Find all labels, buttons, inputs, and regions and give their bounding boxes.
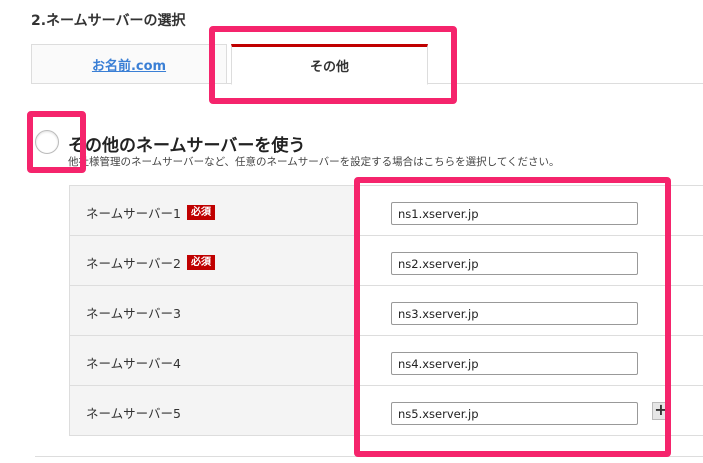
nameserver-label-text: ネームサーバー4 [86,356,181,371]
section-title: 2.ネームサーバーの選択 [31,13,186,29]
nameserver-input-cell [360,186,703,235]
nameserver-row: ネームサーバー2 必須 [70,236,703,286]
tab-other[interactable]: その他 [231,44,428,85]
nameserver4-input[interactable] [391,352,638,375]
nameserver-label-text: ネームサーバー2 [86,256,181,271]
nameserver2-input[interactable] [391,252,638,275]
nameserver-input-cell [360,336,703,385]
nameserver-row: ネームサーバー1 必須 [70,186,703,236]
nameserver5-input[interactable] [391,402,638,425]
add-nameserver-button[interactable]: + [652,402,670,420]
nameserver-label: ネームサーバー2 必須 [86,253,215,272]
tab-onamae[interactable]: お名前.com [31,44,227,84]
nameserver-row: ネームサーバー3 [70,286,703,336]
nameserver-label-text: ネームサーバー3 [86,306,181,321]
nameserver-label: ネームサーバー4 [86,353,181,372]
nameserver-row: ネームサーバー5 + [70,386,703,436]
nameserver-input-cell: + [360,386,703,435]
required-badge: 必須 [186,205,215,220]
nameserver-table: ネームサーバー1 必須 ネームサーバー2 必須 ネームサーバー3 ネームサーバー… [69,185,703,436]
nameserver-input-cell [360,236,703,285]
nameserver-tabs: お名前.com その他 [31,44,703,85]
nameserver-input-cell [360,286,703,335]
option-title: その他のネームサーバーを使う [68,136,306,156]
required-badge: 必須 [186,255,215,270]
nameserver1-input[interactable] [391,202,638,225]
other-nameserver-radio[interactable] [35,130,59,154]
nameserver-label: ネームサーバー3 [86,303,181,322]
nameserver-label-text: ネームサーバー1 [86,206,181,221]
nameserver-label: ネームサーバー1 必須 [86,203,215,222]
nameserver-row: ネームサーバー4 [70,336,703,386]
divider [35,456,703,457]
nameserver3-input[interactable] [391,302,638,325]
nameserver-label-text: ネームサーバー5 [86,406,181,421]
nameserver-label: ネームサーバー5 [86,403,181,422]
option-description: 他社様管理のネームサーバーなど、任意のネームサーバーを設定する場合はこちらを選択… [68,156,560,168]
